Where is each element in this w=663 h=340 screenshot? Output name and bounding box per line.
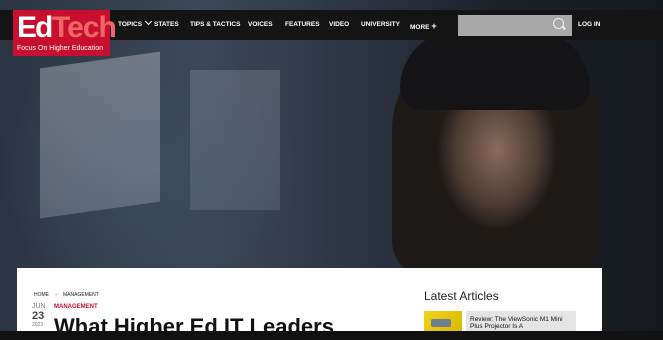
article-thumbnail[interactable] <box>424 311 462 331</box>
nav-voices[interactable]: VOICES <box>248 21 273 28</box>
nav-topics-label: TOPICS <box>118 21 143 28</box>
breadcrumb-section[interactable]: MANAGEMENT <box>63 292 99 298</box>
breadcrumb-home[interactable]: HOME <box>34 292 49 298</box>
nav-tips-tactics[interactable]: TIPS & TACTICS <box>190 21 240 28</box>
nav-more[interactable]: MORE + <box>410 21 437 31</box>
background-monitor <box>40 51 160 219</box>
site-logo[interactable]: Ed Tech Focus On Higher Education <box>13 10 117 56</box>
background-monitor <box>190 70 280 210</box>
person-hair <box>400 30 590 110</box>
article-category[interactable]: MANAGEMENT <box>54 304 98 310</box>
nav-topics[interactable]: TOPICS <box>118 17 152 28</box>
date-day: 23 <box>32 310 45 322</box>
nav-features[interactable]: FEATURES <box>285 21 320 28</box>
article-headline: What Higher Ed IT Leaders <box>54 314 334 339</box>
logo-ed-text: Ed <box>17 11 53 44</box>
search-icon[interactable] <box>553 18 564 29</box>
nav-more-label: MORE <box>410 24 430 31</box>
date-month: JUN <box>32 303 46 310</box>
logo-tech-text: Tech <box>52 11 117 44</box>
nav-university[interactable]: UNIVERSITY <box>361 21 400 28</box>
nav-states[interactable]: STATES <box>154 21 179 28</box>
logo-tagline: Focus On Higher Education <box>17 45 103 52</box>
breadcrumb-separator: » <box>55 292 58 298</box>
latest-articles-title: Latest Articles <box>424 289 499 303</box>
nav-video[interactable]: VIDEO <box>329 21 349 28</box>
login-link[interactable]: LOG IN <box>578 21 600 28</box>
latest-article-title[interactable]: Review: The ViewSonic M1 Mini Plus Proje… <box>470 316 574 330</box>
plus-icon: + <box>431 21 437 31</box>
date-year: 2023 <box>32 322 44 328</box>
